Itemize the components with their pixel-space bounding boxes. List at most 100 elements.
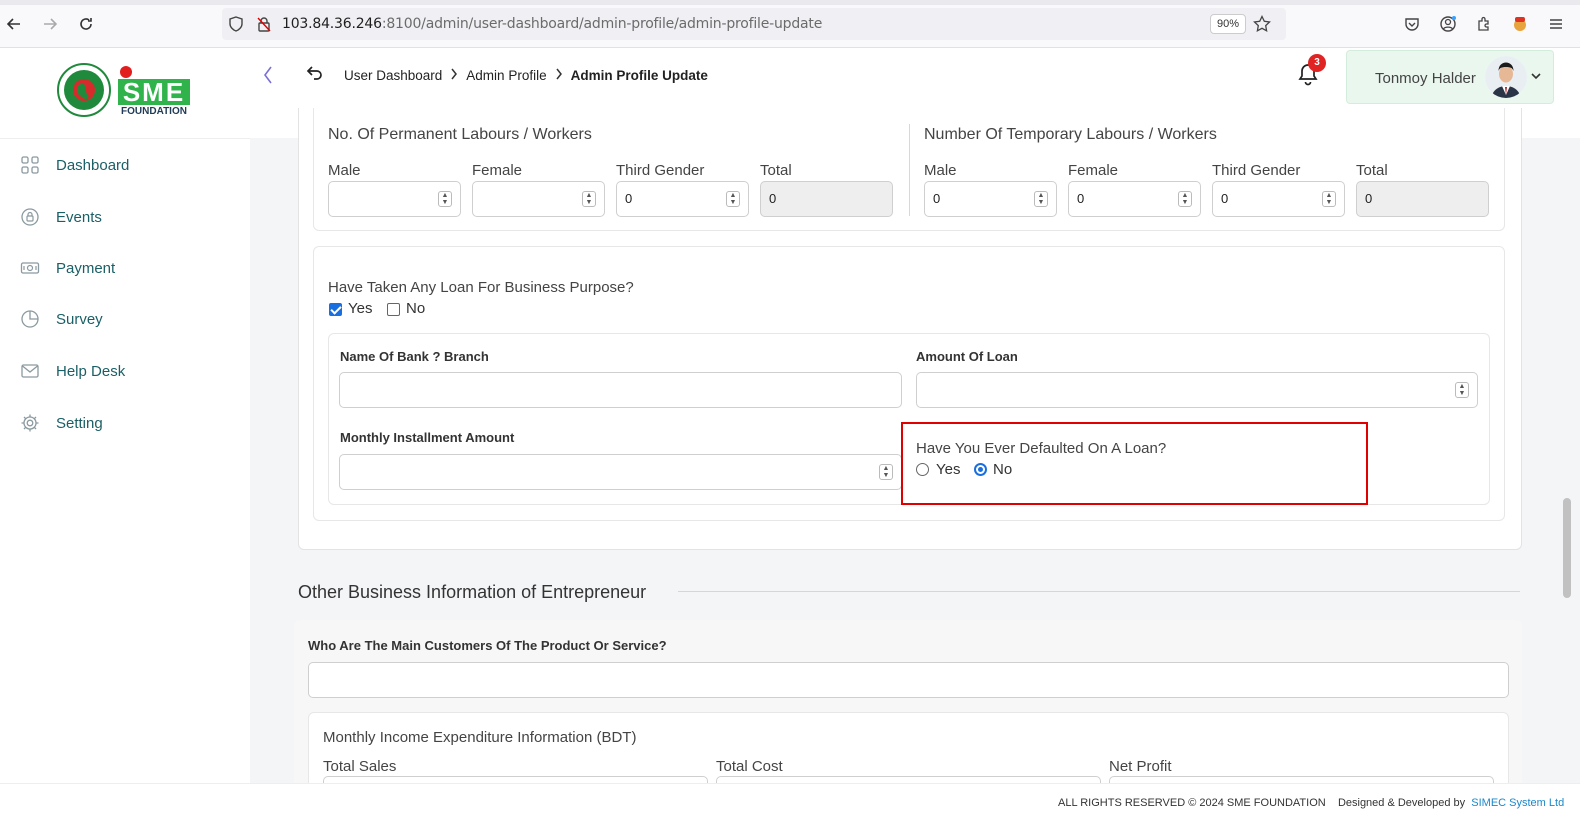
- breadcrumb-admin-profile[interactable]: Admin Profile: [466, 68, 546, 83]
- sidebar-item-events[interactable]: Events: [20, 207, 102, 227]
- sidebar-item-label: Survey: [56, 310, 103, 328]
- sidebar-item-label: Events: [56, 208, 102, 226]
- permanent-labours-title: No. Of Permanent Labours / Workers: [328, 126, 592, 143]
- lock-circle-icon: [21, 208, 39, 226]
- insecure-lock-icon[interactable]: [254, 14, 274, 34]
- total-cost-input[interactable]: [716, 776, 1101, 783]
- loan-amount-label: Amount Of Loan: [916, 349, 1018, 364]
- footer-rights: ALL RIGHTS RESERVED © 2024 SME FOUNDATIO…: [1058, 797, 1326, 809]
- extension-badge-icon[interactable]: [1510, 14, 1530, 34]
- spinner-icon[interactable]: ▲ ▼: [438, 191, 452, 207]
- bookmark-star-icon[interactable]: [1252, 14, 1272, 34]
- total-sales-label: Total Sales: [323, 758, 397, 775]
- temp-male-input[interactable]: 0 ▲ ▼: [924, 181, 1057, 217]
- page-scrollbar[interactable]: [1562, 48, 1574, 783]
- spinner-icon[interactable]: ▲ ▼: [1322, 191, 1336, 207]
- net-profit-input[interactable]: [1109, 776, 1494, 783]
- footer: ALL RIGHTS RESERVED © 2024 SME FOUNDATIO…: [0, 783, 1580, 821]
- perm-total-label: Total: [760, 162, 792, 179]
- shield-icon[interactable]: [226, 14, 246, 34]
- sidebar-item-payment[interactable]: Payment: [20, 258, 115, 278]
- collapse-sidebar-chevron-icon[interactable]: [262, 64, 274, 92]
- temp-female-input[interactable]: 0 ▲ ▼: [1068, 181, 1201, 217]
- income-panel: [308, 712, 1509, 783]
- reload-icon[interactable]: [76, 14, 96, 34]
- breadcrumb-current: Admin Profile Update: [570, 68, 708, 83]
- footer-developer-link[interactable]: SIMEC System Ltd: [1471, 797, 1564, 809]
- footer-designed: Designed & Developed by: [1337, 797, 1466, 809]
- chevron-right-icon: [555, 68, 563, 83]
- section-divider: [678, 591, 1520, 592]
- tab-strip: [0, 0, 1580, 5]
- sidebar-item-survey[interactable]: Survey: [20, 309, 103, 329]
- svg-text:SME: SME: [123, 77, 185, 107]
- spinner-icon[interactable]: ▲ ▼: [582, 191, 596, 207]
- temp-female-label: Female: [1068, 162, 1119, 179]
- menu-icon[interactable]: [1546, 14, 1566, 34]
- main-content: No. Of Permanent Labours / Workers Numbe…: [258, 108, 1558, 783]
- user-menu[interactable]: Tonmoy Halder: [1346, 50, 1554, 104]
- sidebar-item-label: Setting: [56, 414, 103, 432]
- net-profit-label: Net Profit: [1109, 758, 1172, 775]
- sidebar-item-label: Help Desk: [56, 362, 126, 380]
- customers-label: Who Are The Main Customers Of The Produc…: [308, 638, 667, 653]
- temp-third-label: Third Gender: [1212, 162, 1301, 179]
- customers-input[interactable]: [308, 662, 1509, 698]
- chevron-down-icon[interactable]: [1531, 69, 1541, 83]
- zoom-level[interactable]: 90%: [1210, 14, 1247, 34]
- sme-foundation-logo[interactable]: SME FOUNDATION: [56, 62, 196, 122]
- temporary-labours-title: Number Of Temporary Labours / Workers: [924, 126, 1217, 143]
- sidebar: Dashboard Events Payment Survey Help Des…: [0, 138, 250, 783]
- bank-branch-label: Name Of Bank ? Branch: [340, 349, 489, 364]
- spinner-icon[interactable]: ▲ ▼: [879, 464, 893, 480]
- sidebar-item-dashboard[interactable]: Dashboard: [20, 155, 129, 175]
- perm-male-input[interactable]: ▲ ▼: [328, 181, 461, 217]
- sidebar-item-label: Dashboard: [56, 156, 130, 174]
- spinner-icon[interactable]: ▲ ▼: [1178, 191, 1192, 207]
- chevron-right-icon: [450, 68, 458, 83]
- installment-input[interactable]: ▲ ▼: [339, 454, 902, 490]
- temp-total-input: 0: [1356, 181, 1489, 217]
- spinner-icon[interactable]: ▲ ▼: [726, 191, 740, 207]
- divider: [909, 124, 910, 216]
- income-title: Monthly Income Expenditure Information (…: [323, 729, 637, 746]
- undo-back-icon[interactable]: [306, 64, 324, 87]
- avatar: [1485, 56, 1527, 98]
- perm-female-label: Female: [472, 162, 523, 179]
- spinner-icon[interactable]: ▲ ▼: [1455, 382, 1469, 398]
- grid-icon: [21, 156, 39, 174]
- total-sales-input[interactable]: [323, 776, 708, 783]
- url-text[interactable]: 103.84.36.246:8100/admin/user-dashboard/…: [282, 16, 822, 32]
- loan-yes-label[interactable]: Yes: [348, 300, 372, 317]
- pocket-icon[interactable]: [1402, 14, 1422, 34]
- perm-male-label: Male: [328, 162, 361, 179]
- temp-total-label: Total: [1356, 162, 1388, 179]
- account-icon[interactable]: [1438, 14, 1458, 34]
- spinner-icon[interactable]: ▲ ▼: [1034, 191, 1048, 207]
- footer-text: ALL RIGHTS RESERVED © 2024 SME FOUNDATIO…: [1058, 797, 1564, 809]
- loan-amount-input[interactable]: ▲ ▼: [916, 372, 1478, 408]
- forward-arrow-icon[interactable]: [40, 14, 60, 34]
- extensions-icon[interactable]: [1474, 14, 1494, 34]
- loan-no-label[interactable]: No: [406, 300, 425, 317]
- bank-branch-input[interactable]: [339, 372, 902, 408]
- sidebar-item-label: Payment: [56, 259, 116, 277]
- temp-male-label: Male: [924, 162, 957, 179]
- temp-third-input[interactable]: 0 ▲ ▼: [1212, 181, 1345, 217]
- loan-question: Have Taken Any Loan For Business Purpose…: [328, 279, 634, 296]
- scrollbar-thumb[interactable]: [1563, 498, 1571, 598]
- loan-no-checkbox[interactable]: [387, 303, 400, 316]
- breadcrumb-user-dashboard[interactable]: User Dashboard: [344, 68, 442, 83]
- perm-third-input[interactable]: 0 ▲ ▼: [616, 181, 749, 217]
- section-title-other-business: Other Business Information of Entreprene…: [298, 582, 647, 602]
- loan-yes-checkbox[interactable]: [329, 303, 342, 316]
- mail-icon: [21, 364, 39, 378]
- perm-total-input: 0: [760, 181, 893, 217]
- highlight-box: [901, 422, 1368, 505]
- back-arrow-icon[interactable]: [4, 14, 24, 34]
- sidebar-item-setting[interactable]: Setting: [20, 413, 103, 433]
- perm-female-input[interactable]: ▲ ▼: [472, 181, 605, 217]
- sidebar-item-help-desk[interactable]: Help Desk: [20, 361, 125, 381]
- total-cost-label: Total Cost: [716, 758, 783, 775]
- perm-third-label: Third Gender: [616, 162, 705, 179]
